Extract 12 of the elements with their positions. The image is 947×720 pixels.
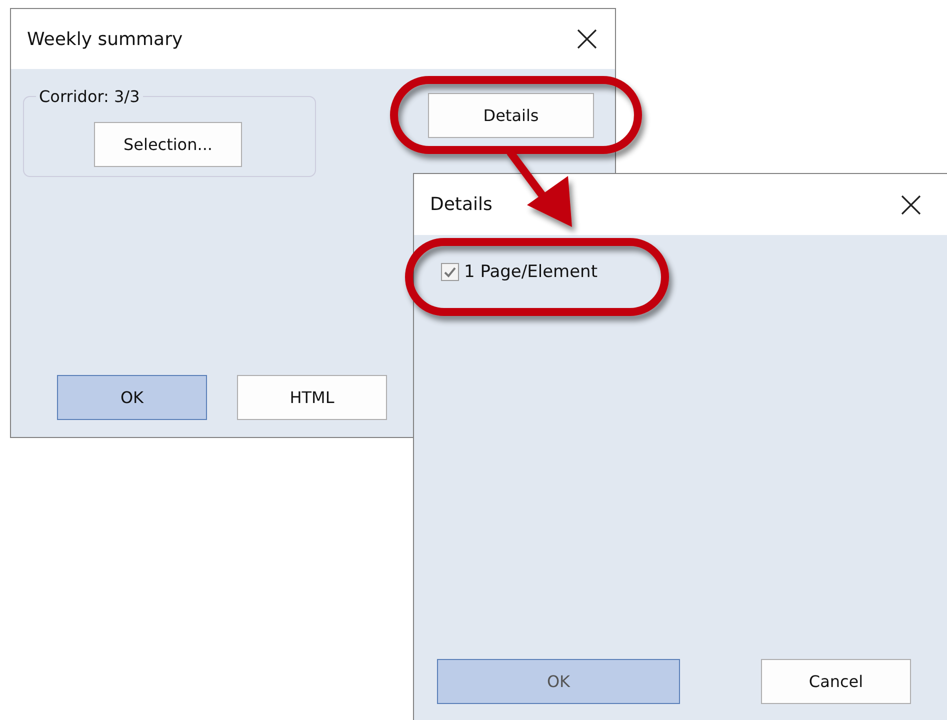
checkbox[interactable] bbox=[441, 263, 459, 281]
close-icon[interactable] bbox=[577, 29, 597, 49]
close-icon[interactable] bbox=[901, 194, 921, 214]
selection-button[interactable]: Selection... bbox=[94, 122, 242, 167]
dialog-title: Weekly summary bbox=[27, 28, 184, 50]
dialog-button[interactable]: Cancel bbox=[761, 659, 911, 704]
dialog-title: Details bbox=[430, 194, 494, 215]
group-label: Corridor: 3/3 bbox=[38, 87, 141, 106]
dialog-button[interactable]: OK bbox=[57, 375, 207, 420]
details-button[interactable]: Details bbox=[428, 93, 594, 138]
checkbox-label: 1 Page/Element bbox=[464, 262, 598, 282]
dialog-button[interactable]: HTML bbox=[237, 375, 387, 420]
